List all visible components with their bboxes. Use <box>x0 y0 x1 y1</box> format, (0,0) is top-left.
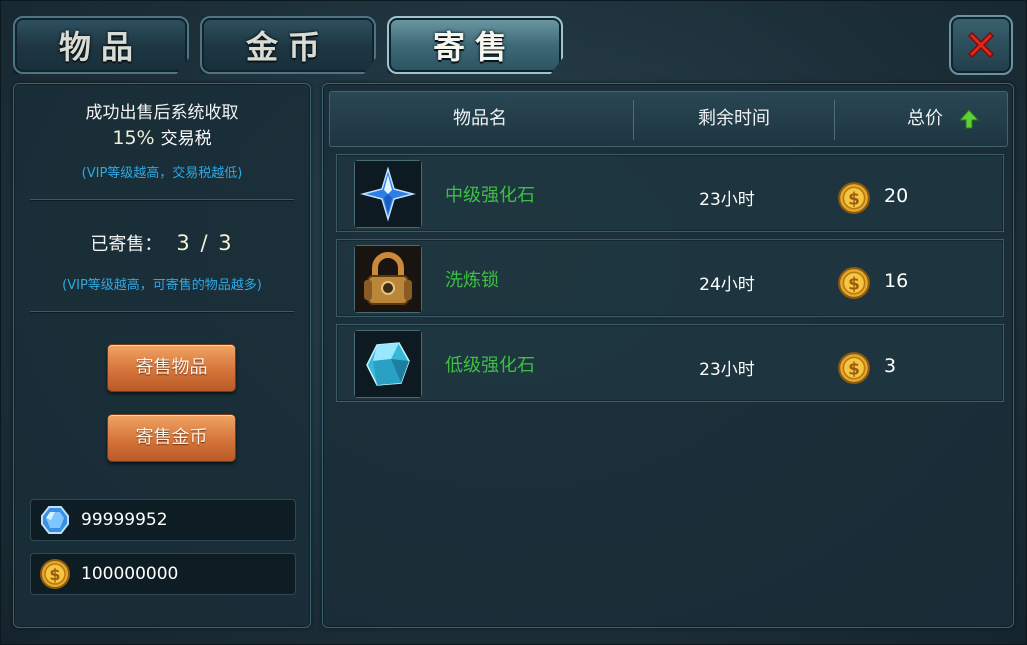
gold-coin-icon: $ <box>838 267 870 299</box>
header-separator <box>834 100 835 140</box>
svg-text:$: $ <box>848 359 860 379</box>
item-slot <box>354 245 422 313</box>
tax-hint: (VIP等级越高，交易税越低) <box>81 166 243 181</box>
item-name: 低级强化石 <box>445 355 535 376</box>
tab-items[interactable]: 物品 <box>13 16 189 74</box>
svg-text:$: $ <box>49 565 60 584</box>
diamond-amount: 99999952 <box>81 510 168 530</box>
close-button[interactable] <box>949 15 1013 75</box>
item-name: 中级强化石 <box>445 185 535 206</box>
sell-gold-button[interactable]: 寄售金币 <box>107 414 236 462</box>
item-slot <box>354 160 422 228</box>
tax-percent: 15% <box>112 127 155 149</box>
diamond-balance: 99999952 <box>30 499 296 541</box>
tax-description: 成功出售后系统收取 <box>85 103 239 123</box>
table-row[interactable]: 低级强化石 23小时 $ 3 <box>336 324 1004 402</box>
item-name: 洗炼锁 <box>445 270 499 291</box>
item-time-left: 23小时 <box>699 190 755 210</box>
table-header: 物品名 剩余时间 总价 <box>329 91 1008 147</box>
tab-items-label: 物品 <box>58 28 143 66</box>
divider <box>30 199 294 200</box>
item-time-left: 23小时 <box>699 360 755 380</box>
table-row[interactable]: 洗炼锁 24小时 $ 16 <box>336 239 1004 317</box>
tab-gold[interactable]: 金币 <box>200 16 376 74</box>
sell-item-button[interactable]: 寄售物品 <box>107 344 236 392</box>
diamond-icon <box>41 506 69 534</box>
sold-hint: (VIP等级越高，可寄售的物品越多) <box>62 278 262 293</box>
tax-suffix: 交易税 <box>160 129 212 149</box>
gold-coin-icon: $ <box>838 352 870 384</box>
item-price: 3 <box>884 355 897 377</box>
sold-row: 已寄售： 3 / 3 <box>14 230 310 256</box>
consignment-list-panel: 物品名 剩余时间 总价 中级强化石 23小时 $ 20 洗炼锁 24小时 $ 1… <box>322 83 1014 628</box>
header-name[interactable]: 物品名 <box>330 92 630 146</box>
item-price: 16 <box>884 270 909 292</box>
table-row[interactable]: 中级强化石 23小时 $ 20 <box>336 154 1004 232</box>
cyan-gem-icon <box>355 331 421 397</box>
up-arrow-icon[interactable] <box>958 108 980 130</box>
gold-balance: $ 100000000 <box>30 553 296 595</box>
divider <box>30 311 294 312</box>
tab-consign-label: 寄售 <box>432 28 517 66</box>
sold-count: 3 / 3 <box>176 231 234 255</box>
gold-amount: 100000000 <box>81 564 179 584</box>
item-time-left: 24小时 <box>699 275 755 295</box>
padlock-icon <box>355 246 421 312</box>
tab-gold-label: 金币 <box>245 28 330 66</box>
close-icon <box>967 31 995 59</box>
header-time[interactable]: 剩余时间 <box>634 92 834 146</box>
svg-text:$: $ <box>848 274 860 294</box>
sold-label: 已寄售： <box>90 234 163 255</box>
header-price[interactable]: 总价 <box>885 92 965 146</box>
item-price: 20 <box>884 185 909 207</box>
item-slot <box>354 330 422 398</box>
tax-rate: 15% 交易税 <box>14 124 310 149</box>
gold-coin-icon: $ <box>40 559 70 589</box>
gold-coin-icon: $ <box>838 182 870 214</box>
svg-text:$: $ <box>848 189 860 209</box>
tab-consign[interactable]: 寄售 <box>387 16 563 74</box>
blue-crystal-icon <box>355 161 421 227</box>
info-panel: 成功出售后系统收取 15% 交易税 (VIP等级越高，交易税越低) 已寄售： 3 … <box>13 83 311 628</box>
